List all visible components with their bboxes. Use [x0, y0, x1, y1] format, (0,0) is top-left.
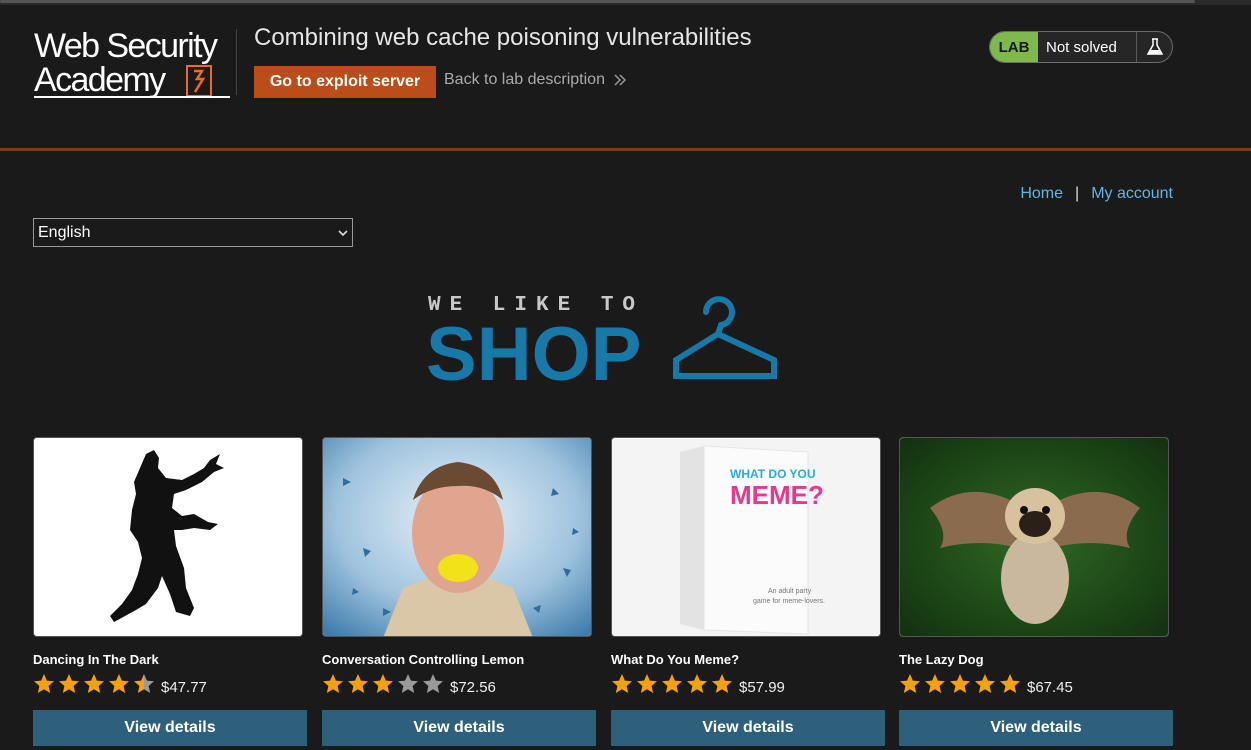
product-rating: $57.99	[611, 670, 885, 698]
nav-separator: |	[1075, 185, 1080, 202]
product-rating: $67.45	[899, 670, 1173, 698]
star-filled-icon	[950, 674, 970, 693]
flask-icon	[1136, 32, 1172, 62]
banner-main-text: SHOP	[428, 312, 641, 385]
star-empty-icon	[134, 674, 154, 693]
product-price: $47.77	[161, 678, 207, 696]
product-price: $72.56	[450, 678, 496, 696]
home-link[interactable]: Home	[1020, 185, 1063, 203]
product-price: $67.45	[1027, 678, 1073, 696]
meme-box-line1: WHAT DO YOU	[730, 467, 816, 481]
star-rating	[322, 673, 444, 695]
product-image[interactable]	[899, 437, 1169, 637]
lightning-icon	[186, 65, 212, 97]
star-rating	[611, 673, 733, 695]
logo-line2: Academy	[34, 61, 230, 99]
product-card: Conversation Controlling Lemon $72.56 Vi…	[322, 437, 596, 746]
back-to-lab-description-link[interactable]: Back to lab description	[444, 71, 627, 89]
product-price: $57.99	[739, 678, 785, 696]
meme-box-caption2: game for meme-lovers.	[753, 598, 825, 605]
lab-status-text: Not solved	[1046, 38, 1117, 56]
star-empty-icon	[398, 674, 418, 693]
right-wing	[1052, 491, 1140, 548]
star-filled-icon	[925, 674, 945, 693]
star-filled-icon	[1000, 674, 1020, 693]
header-divider	[236, 29, 237, 95]
star-filled-icon	[34, 674, 54, 693]
star-filled-icon	[712, 674, 732, 693]
star-filled-icon	[612, 674, 632, 693]
double-chevron-right-icon	[614, 74, 627, 86]
star-filled-icon	[84, 674, 104, 693]
view-details-button[interactable]: View details	[33, 710, 307, 746]
star-filled-icon	[687, 674, 707, 693]
web-security-academy-logo[interactable]: Web Security Academy	[34, 29, 234, 101]
star-rating	[899, 673, 1021, 695]
meme-box-caption1: An adult party	[768, 588, 812, 595]
product-card: WHAT DO YOU MEME? An adult party game fo…	[611, 437, 885, 746]
product-card: The Lazy Dog $67.45 View details	[899, 437, 1173, 746]
pug-body	[1001, 532, 1069, 624]
meme-box-line2: MEME?	[730, 480, 824, 510]
star-filled-icon	[975, 674, 995, 693]
product-card: Dancing In The Dark $47.77 View details	[33, 437, 307, 746]
we-like-to-shop-banner: WE LIKE TO SHOP	[428, 294, 777, 385]
product-rating: $72.56	[322, 670, 596, 698]
lemon	[438, 554, 478, 582]
star-filled-icon	[373, 674, 393, 693]
language-select[interactable]: English	[33, 218, 353, 247]
product-name: Dancing In The Dark	[33, 652, 159, 667]
chevron-down-icon	[338, 229, 348, 236]
star-filled-icon	[59, 674, 79, 693]
academy-header: Web Security Academy Combining web cache…	[0, 5, 1251, 151]
back-link-label: Back to lab description	[444, 71, 605, 88]
view-details-button[interactable]: View details	[899, 710, 1173, 746]
star-filled-icon	[900, 674, 920, 693]
product-image[interactable]	[33, 437, 303, 637]
star-filled-icon	[323, 674, 343, 693]
star-filled-icon	[348, 674, 368, 693]
star-rating	[33, 673, 155, 695]
star-filled-icon	[662, 674, 682, 693]
scrollbar-thumb[interactable]	[0, 0, 1195, 3]
product-name: What Do You Meme?	[611, 652, 740, 667]
logo-line2-text: Academy	[34, 61, 166, 99]
product-name: The Lazy Dog	[899, 652, 984, 667]
language-selected-value: English	[38, 223, 91, 241]
box-side	[680, 446, 704, 630]
star-filled-icon	[109, 674, 129, 693]
view-details-button[interactable]: View details	[611, 710, 885, 746]
account-nav: Home | My account	[1020, 185, 1173, 203]
product-rating: $47.77	[33, 670, 307, 698]
star-empty-icon	[423, 674, 443, 693]
left-wing	[930, 491, 1018, 548]
logo-line1: Web Security	[34, 27, 218, 65]
view-details-button[interactable]: View details	[322, 710, 596, 746]
go-to-exploit-server-button[interactable]: Go to exploit server	[254, 66, 436, 98]
product-name: Conversation Controlling Lemon	[322, 652, 525, 667]
hanger-icon	[673, 296, 777, 379]
my-account-link[interactable]: My account	[1091, 185, 1173, 203]
product-image[interactable]	[322, 437, 592, 637]
product-image[interactable]: WHAT DO YOU MEME? An adult party game fo…	[611, 437, 881, 637]
star-filled-icon	[637, 674, 657, 693]
lab-status-widget: LAB Not solved	[989, 31, 1173, 63]
pug-face	[1019, 511, 1051, 537]
lab-title: Combining web cache poisoning vulnerabil…	[254, 24, 752, 51]
logo-underline	[34, 96, 230, 98]
lab-badge: LAB	[990, 32, 1038, 62]
